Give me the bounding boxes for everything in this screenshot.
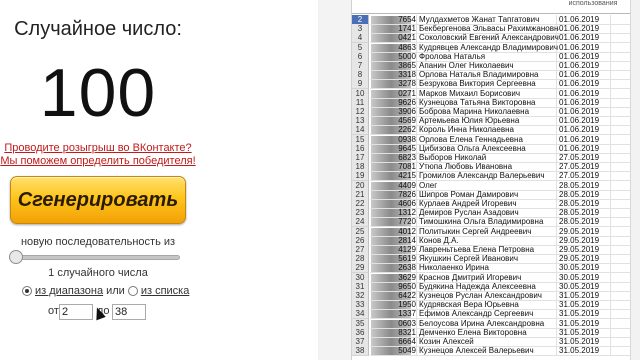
header-date-column: использования — [568, 0, 618, 7]
table-row[interactable]: 38 5049 Кузнецов Алексей Валерьевич 31.05.2… — [352, 346, 640, 357]
phone-suffix[interactable]: 5049 — [388, 346, 416, 356]
spreadsheet[interactable]: использования 2 7654 Мулдахметов Жанат Тап… — [352, 0, 640, 360]
list-radio[interactable] — [127, 286, 138, 296]
range-radio[interactable] — [22, 286, 32, 296]
usage-date[interactable]: 31.05.2019 — [559, 346, 607, 356]
list-radio-label[interactable]: из списка — [141, 285, 190, 297]
window-divider — [318, 0, 352, 360]
result-number: 100 — [39, 55, 157, 131]
grid-line — [610, 346, 611, 357]
generate-button[interactable]: Сгенерировать — [10, 176, 186, 224]
sheet-scrollbar[interactable] — [630, 0, 640, 360]
from-input[interactable] — [59, 304, 93, 320]
grid-line — [416, 346, 417, 357]
or-label: или — [106, 285, 125, 297]
count-slider-track[interactable] — [12, 255, 180, 260]
source-radio-group: из диапазона или из списка — [22, 285, 189, 297]
generator-panel: Случайное число: 100 Проводите розыгрыш … — [0, 0, 196, 360]
to-input[interactable] — [112, 304, 146, 320]
sheet-header-row: использования — [352, 0, 640, 14]
row-number[interactable]: 38 — [352, 346, 369, 357]
help-winner-link[interactable]: Мы поможем определить победителя! — [0, 155, 196, 167]
participant-name[interactable]: Кузнецов Алексей Валерьевич — [419, 346, 559, 356]
sequence-label: новую последовательность из — [20, 236, 176, 248]
count-slider-thumb[interactable] — [9, 250, 23, 264]
from-label: от — [48, 305, 59, 317]
count-label: 1 случайного числа — [48, 267, 148, 279]
range-radio-label[interactable]: из диапазона — [35, 285, 103, 297]
page-title: Случайное число: — [14, 18, 182, 40]
vk-contest-link[interactable]: Проводите розыгрыш во ВКонтакте? — [0, 142, 196, 154]
